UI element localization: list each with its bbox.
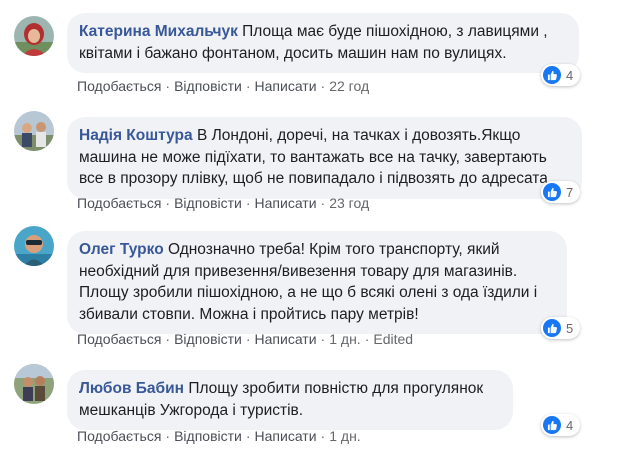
reaction-count[interactable]: 4 — [541, 64, 581, 86]
like-link[interactable]: Подобається — [77, 195, 161, 211]
separator: · — [165, 78, 171, 94]
reaction-number: 4 — [566, 67, 574, 83]
like-thumb-icon — [543, 183, 561, 201]
like-link[interactable]: Подобається — [77, 331, 161, 347]
reaction-number: 4 — [566, 417, 574, 433]
like-link[interactable]: Подобається — [77, 78, 161, 94]
separator: · — [320, 78, 326, 94]
comment-author[interactable]: Любов Бабин — [79, 380, 184, 397]
timestamp[interactable]: 1 дн. — [329, 331, 360, 347]
avatar-photo — [14, 364, 54, 404]
separator: · — [245, 428, 251, 444]
comment-actions: Подобається · Відповісти · Написати · 1 дн. — [77, 428, 361, 444]
timestamp[interactable]: 1 дн. — [329, 428, 360, 444]
reaction-count[interactable]: 5 — [541, 317, 581, 339]
avatar-photo — [14, 16, 54, 56]
avatar-photo — [14, 111, 54, 151]
message-link[interactable]: Написати — [255, 331, 317, 347]
separator: · — [165, 428, 171, 444]
comment-bubble: Надія Коштура В Лондоні, доречі, на тачк… — [67, 117, 582, 199]
separator: · — [364, 331, 370, 347]
reaction-number: 7 — [566, 184, 574, 200]
separator: · — [165, 195, 171, 211]
like-thumb-icon — [543, 416, 561, 434]
avatar[interactable] — [14, 364, 54, 404]
separator: · — [245, 195, 251, 211]
avatar-photo — [14, 226, 54, 266]
avatar[interactable] — [14, 16, 54, 56]
comment-actions: Подобається · Відповісти · Написати · 22 год — [77, 78, 369, 94]
reply-link[interactable]: Відповісти — [174, 331, 242, 347]
avatar[interactable] — [14, 226, 54, 266]
timestamp[interactable]: 23 год — [329, 195, 369, 211]
separator: · — [165, 331, 171, 347]
reply-link[interactable]: Відповісти — [174, 428, 242, 444]
comment-bubble: Катерина Михальчук Площа має буде пішохі… — [67, 13, 579, 73]
comment-bubble: Любов Бабин Площу зробити повністю для п… — [67, 370, 513, 430]
reply-link[interactable]: Відповісти — [174, 195, 242, 211]
reply-link[interactable]: Відповісти — [174, 78, 242, 94]
timestamp[interactable]: 22 год — [329, 78, 369, 94]
separator: · — [245, 331, 251, 347]
avatar[interactable] — [14, 111, 54, 151]
message-link[interactable]: Написати — [255, 78, 317, 94]
comment-bubble: Олег Турко Однозначно треба! Крім того т… — [67, 231, 567, 334]
comment-actions: Подобається · Відповісти · Написати · 23 год — [77, 195, 369, 211]
separator: · — [245, 78, 251, 94]
separator: · — [320, 195, 326, 211]
comment-author[interactable]: Катерина Михальчук — [79, 23, 238, 40]
like-thumb-icon — [543, 66, 561, 84]
comment-author[interactable]: Надія Коштура — [79, 127, 193, 144]
comment-actions: Подобається · Відповісти · Написати · 1 дн. · Ed… — [77, 331, 413, 347]
separator: · — [320, 331, 326, 347]
message-link[interactable]: Написати — [255, 428, 317, 444]
edited-label[interactable]: Edited — [373, 331, 413, 347]
separator: · — [320, 428, 326, 444]
message-link[interactable]: Написати — [255, 195, 317, 211]
reaction-count[interactable]: 4 — [541, 414, 581, 436]
reaction-number: 5 — [566, 320, 574, 336]
like-link[interactable]: Подобається — [77, 428, 161, 444]
like-thumb-icon — [543, 319, 561, 337]
reaction-count[interactable]: 7 — [541, 181, 581, 203]
comment-author[interactable]: Олег Турко — [79, 241, 164, 258]
